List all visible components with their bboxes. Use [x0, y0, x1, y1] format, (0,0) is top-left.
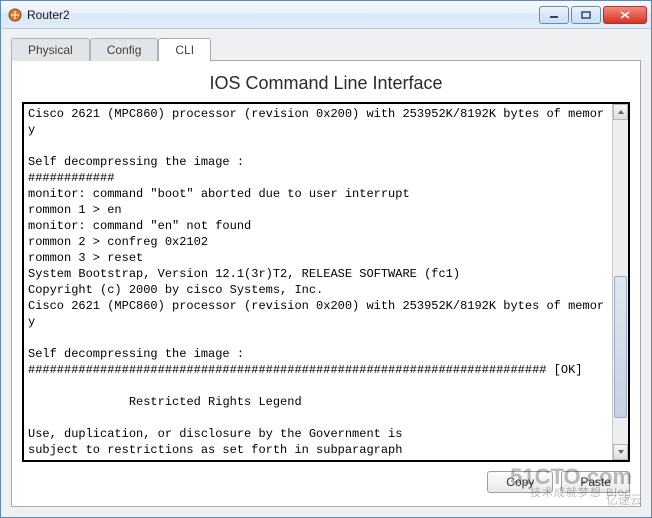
titlebar[interactable]: Router2 [1, 1, 651, 29]
maximize-button[interactable] [571, 6, 601, 24]
terminal-container: Cisco 2621 (MPC860) processor (revision … [22, 102, 630, 462]
panel-title: IOS Command Line Interface [22, 67, 630, 102]
tab-config[interactable]: Config [90, 38, 159, 61]
copy-button[interactable]: Copy [487, 471, 553, 493]
scroll-up-button[interactable] [613, 104, 628, 120]
tab-cli[interactable]: CLI [158, 38, 211, 61]
window-controls [539, 6, 647, 24]
cli-panel: IOS Command Line Interface Cisco 2621 (M… [11, 60, 641, 507]
client-area: Physical Config CLI IOS Command Line Int… [1, 29, 651, 517]
scrollbar[interactable] [612, 104, 628, 460]
scroll-thumb[interactable] [614, 276, 627, 419]
app-window: Router2 Physical Config CLI IOS Command … [0, 0, 652, 518]
paste-button[interactable]: Paste [561, 471, 630, 493]
app-icon [7, 7, 23, 23]
tab-bar: Physical Config CLI [11, 37, 641, 60]
scroll-track[interactable] [613, 120, 628, 444]
window-title: Router2 [27, 8, 539, 22]
close-button[interactable] [603, 6, 647, 24]
terminal-output[interactable]: Cisco 2621 (MPC860) processor (revision … [24, 104, 612, 460]
scroll-down-button[interactable] [613, 444, 628, 460]
button-bar: Copy Paste [22, 462, 630, 496]
minimize-button[interactable] [539, 6, 569, 24]
tab-physical[interactable]: Physical [11, 38, 90, 61]
